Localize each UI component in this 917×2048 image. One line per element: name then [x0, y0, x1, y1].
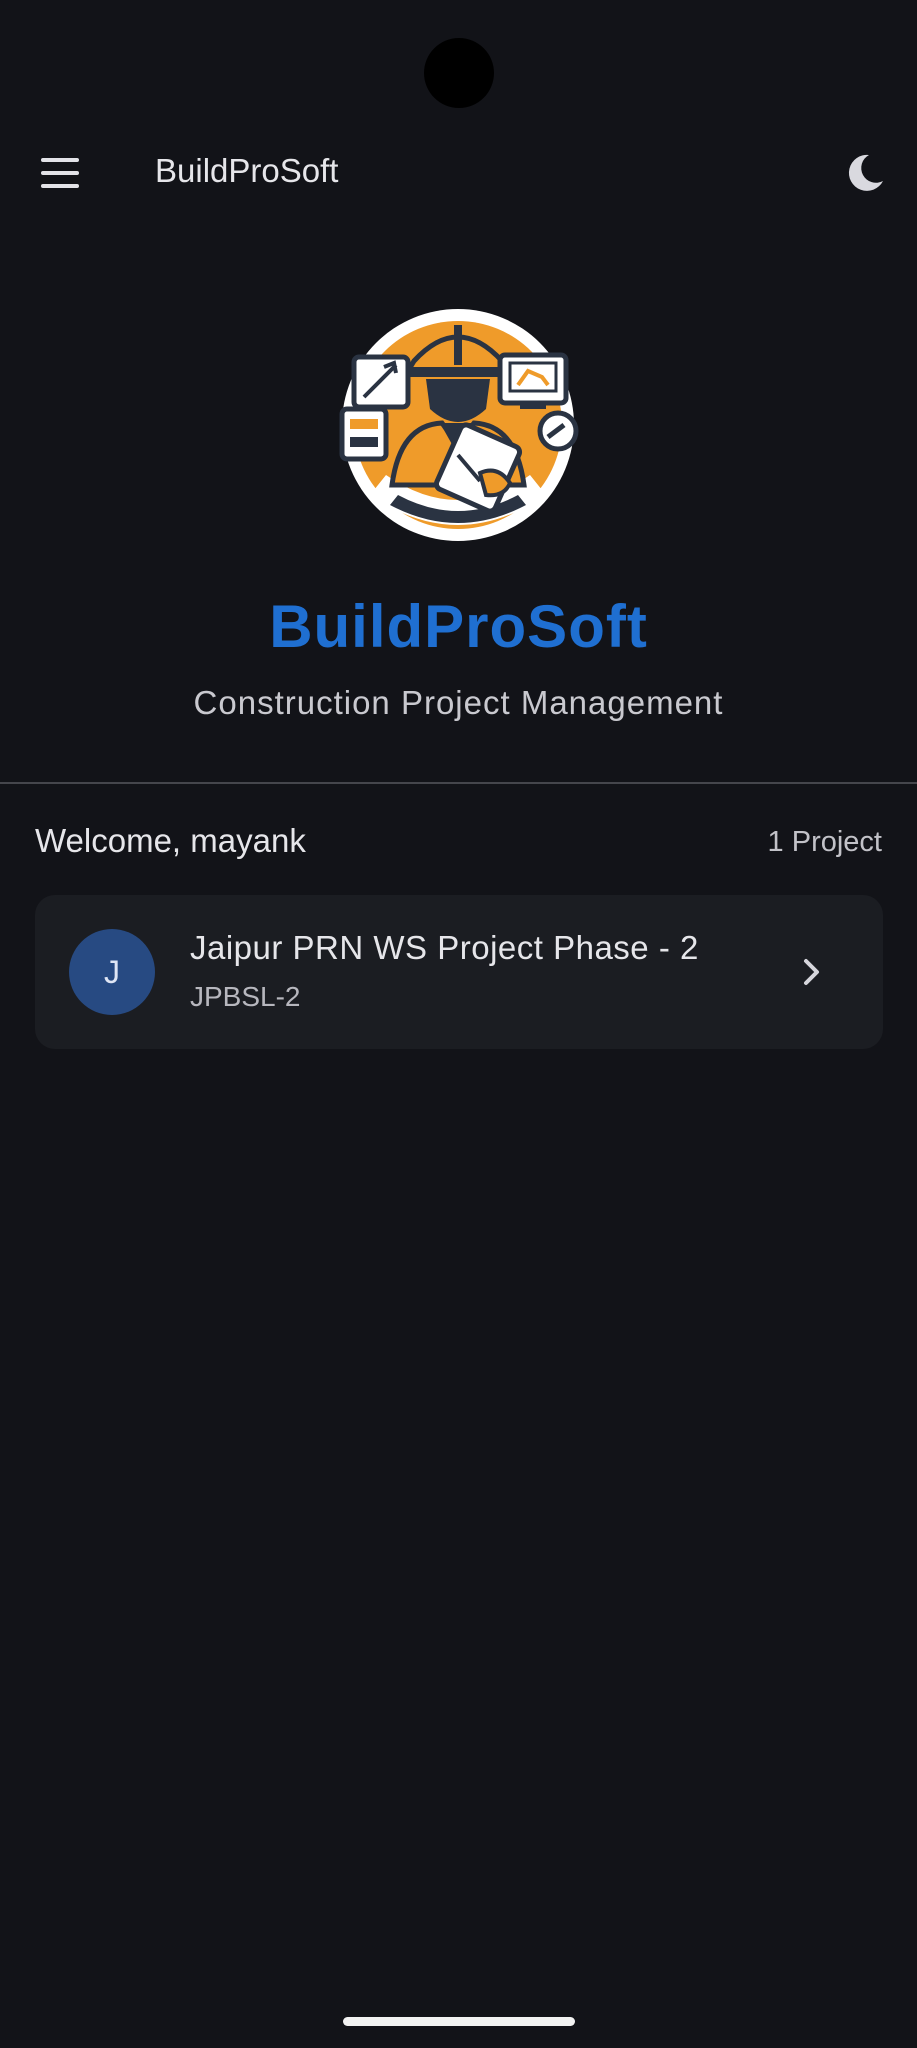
- theme-toggle-button[interactable]: [840, 148, 890, 198]
- section-divider: [0, 782, 917, 784]
- menu-icon-bar: [41, 171, 79, 175]
- construction-worker-logo: [339, 309, 579, 541]
- home-screen: BuildProSoft BuildProSoft Construction P…: [0, 0, 917, 2048]
- welcome-text: Welcome, mayank: [35, 822, 306, 859]
- home-indicator[interactable]: [343, 2017, 575, 2026]
- app-title: BuildProSoft: [155, 152, 339, 189]
- project-count: 1 Project: [767, 826, 882, 858]
- project-code: JPBSL-2: [190, 981, 301, 1012]
- menu-icon-bar: [41, 158, 79, 162]
- menu-icon-bar: [41, 184, 79, 188]
- project-avatar: J: [69, 929, 155, 1015]
- menu-button[interactable]: [30, 150, 90, 196]
- moon-icon: [848, 154, 883, 191]
- project-list-item[interactable]: J Jaipur PRN WS Project Phase - 2 JPBSL-…: [35, 895, 883, 1049]
- front-camera: [424, 38, 494, 108]
- brand-title: BuildProSoft: [269, 593, 648, 660]
- brand-subtitle: Construction Project Management: [193, 684, 724, 721]
- avatar-letter: J: [104, 953, 120, 990]
- chevron-right-icon: [804, 959, 819, 985]
- project-name: Jaipur PRN WS Project Phase - 2: [190, 929, 699, 966]
- app-bar: BuildProSoft: [0, 132, 917, 212]
